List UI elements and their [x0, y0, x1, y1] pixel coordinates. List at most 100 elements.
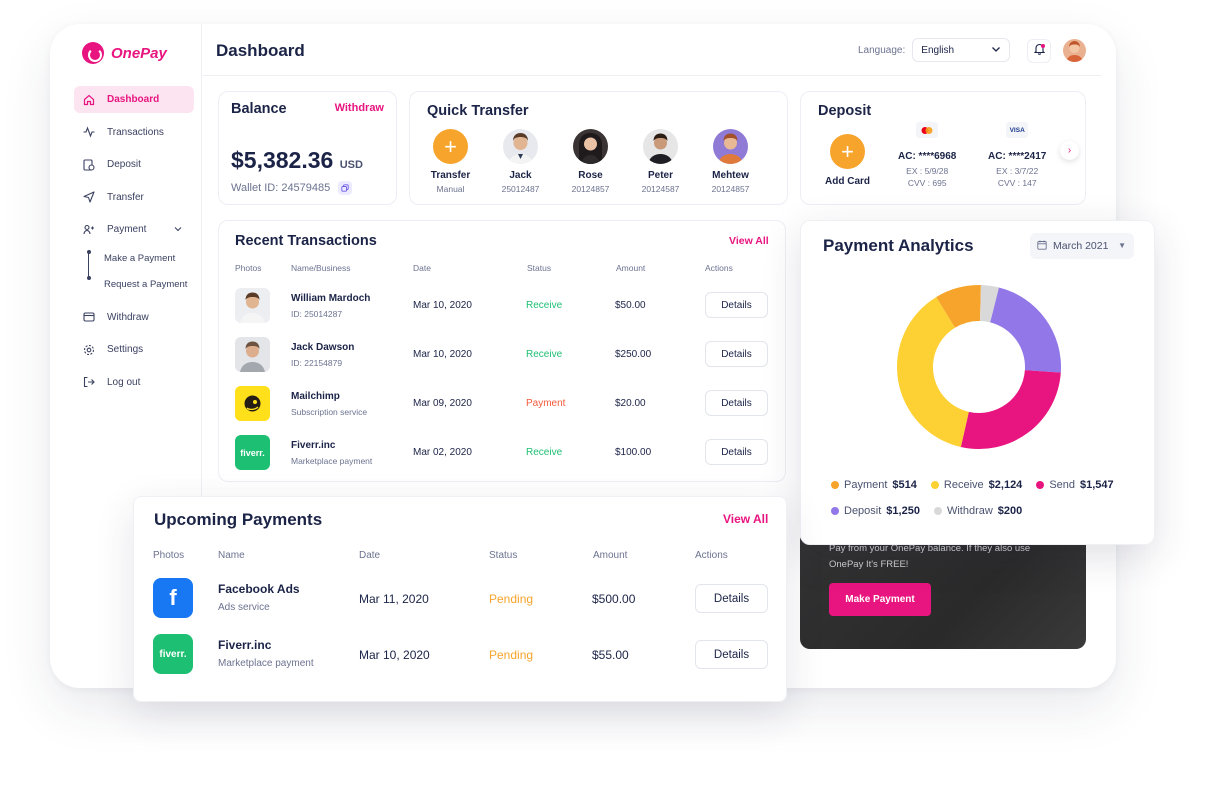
details-button[interactable]: Details [705, 390, 768, 416]
quick-transfer-contact[interactable]: Rose 20124857 [571, 129, 610, 194]
table-row: Jack Dawson ID: 22154879 Mar 10, 2020 Re… [219, 337, 785, 381]
view-all-link[interactable]: View All [729, 235, 769, 247]
column-header: Actions [705, 263, 733, 273]
status-text: Receive [526, 300, 563, 311]
quick-transfer-list: + Transfer Manual Jack 25012487 Rose 201… [430, 129, 749, 194]
contact-avatar [643, 129, 678, 164]
card-number: AC: ****6968 [898, 151, 957, 162]
chevron-right-icon[interactable]: › [1060, 141, 1079, 160]
view-all-link[interactable]: View All [723, 512, 768, 526]
column-header: Photos [235, 263, 262, 273]
fiverr-logo-icon: fiverr. [235, 435, 270, 470]
quick-transfer-contact[interactable]: Mehtew 20124857 [712, 129, 749, 194]
details-button[interactable]: Details [705, 341, 768, 367]
legend-item: Receive $2,124 [930, 479, 1023, 491]
quick-transfer-contact[interactable]: Jack 25012487 [502, 129, 539, 194]
language-select[interactable]: English [912, 38, 1011, 62]
logout-icon [82, 376, 95, 389]
table-row: f Facebook Ads Ads service Mar 11, 2020 … [134, 578, 786, 622]
row-sub: Marketplace payment [291, 456, 373, 466]
row-amount: $500.00 [592, 592, 636, 606]
period-select[interactable]: March 2021 ▼ [1030, 233, 1134, 259]
brand-name: OnePay [111, 44, 167, 62]
submenu-make-payment[interactable]: Make a Payment [104, 246, 194, 272]
row-date: Mar 10, 2020 [413, 300, 472, 311]
details-button[interactable]: Details [695, 640, 768, 669]
visa-icon: VISA [1006, 122, 1029, 138]
language-label: Language: [858, 44, 906, 56]
row-sub: ID: 25014287 [291, 309, 343, 319]
send-icon [82, 191, 95, 204]
row-date: Mar 11, 2020 [359, 592, 429, 606]
row-sub: ID: 22154879 [291, 358, 343, 368]
quick-transfer-manual[interactable]: + Transfer Manual [430, 129, 471, 194]
promo-card: Pay from your OnePay balance. If they al… [800, 530, 1086, 649]
contact-id: 20124857 [571, 184, 610, 194]
row-amount: $100.00 [615, 447, 652, 458]
quick-transfer-contact[interactable]: Peter 20124587 [642, 129, 679, 194]
promo-text: Pay from your OnePay balance. If they al… [829, 543, 1031, 570]
sidebar-item-logout[interactable]: Log out [74, 369, 194, 396]
brand-logo[interactable]: OnePay [82, 42, 167, 64]
withdraw-link[interactable]: Withdraw [335, 102, 384, 114]
sidebar-item-dashboard[interactable]: Dashboard [74, 86, 194, 113]
calendar-icon [1037, 240, 1047, 253]
saved-card[interactable]: AC: ****6968 EX : 5/9/28 CVV : 695 [898, 122, 956, 188]
sidebar-item-deposit[interactable]: Deposit [74, 151, 194, 178]
table-row: Mailchimp Subscription service Mar 09, 2… [219, 386, 785, 430]
submenu-dot [86, 249, 91, 254]
submenu-connector [88, 250, 89, 278]
column-header: Amount [593, 550, 628, 561]
column-header: Date [359, 550, 381, 561]
recent-transactions-title: Recent Transactions [235, 233, 377, 249]
sidebar-item-payment[interactable]: Payment [74, 216, 194, 243]
table-row: fiverr. Fiverr.inc Marketplace payment M… [219, 435, 785, 479]
donut-slice-deposit[interactable] [990, 287, 1061, 373]
legend-value: $1,250 [886, 505, 920, 517]
upcoming-payments-title: Upcoming Payments [154, 510, 323, 529]
user-avatar[interactable] [1063, 39, 1086, 62]
submenu-request-payment[interactable]: Request a Payment [104, 272, 194, 298]
chart-legend-row: Deposit $1,250 Withdraw $200 [831, 505, 1141, 517]
legend-dot [831, 507, 839, 515]
legend-label: Payment [844, 479, 888, 491]
row-date: Mar 10, 2020 [359, 648, 430, 662]
row-date: Mar 09, 2020 [413, 398, 472, 409]
chart-legend-row: Payment $514 Receive $2,124 Send $1,547 [831, 479, 1141, 491]
row-name: Fiverr.inc [291, 440, 336, 451]
copy-icon[interactable] [338, 181, 353, 195]
facebook-logo-icon: f [153, 578, 193, 618]
sidebar-item-withdraw[interactable]: Withdraw [74, 304, 194, 331]
quick-transfer-title: Quick Transfer [427, 103, 529, 119]
row-name: Jack Dawson [291, 342, 355, 353]
page-title: Dashboard [216, 41, 305, 60]
sidebar-item-label: Settings [107, 344, 144, 355]
caret-down-icon: ▼ [1118, 241, 1126, 250]
add-card-button[interactable]: + Add Card [825, 134, 870, 187]
details-button[interactable]: Details [695, 584, 768, 613]
deposit-icon [82, 158, 95, 171]
column-header: Status [489, 550, 518, 561]
sidebar-item-settings[interactable]: Settings [74, 336, 194, 363]
contact-name: Transfer [430, 170, 471, 181]
notification-button[interactable] [1027, 39, 1051, 63]
deposit-card: Deposit + Add Card AC: ****6968 EX : 5/9… [800, 91, 1086, 205]
mastercard-icon [916, 122, 939, 138]
legend-value: $200 [997, 505, 1023, 517]
sidebar-item-transfer[interactable]: Transfer [74, 184, 194, 211]
details-button[interactable]: Details [705, 292, 768, 318]
donut-slice-send[interactable] [960, 370, 1061, 449]
legend-value: $2,124 [988, 479, 1023, 491]
sidebar-item-transactions[interactable]: Transactions [74, 119, 194, 146]
row-date: Mar 10, 2020 [413, 349, 472, 360]
status-text: Pending [489, 648, 534, 662]
legend-dot [933, 507, 942, 515]
contact-avatar [503, 129, 538, 164]
row-sub: Subscription service [291, 407, 368, 417]
details-button[interactable]: Details [705, 439, 768, 465]
chevron-down-icon[interactable] [174, 224, 182, 235]
row-sub: Marketplace payment [218, 658, 314, 669]
column-header: Amount [616, 263, 646, 273]
saved-card[interactable]: VISA AC: ****2417 EX : 3/7/22 CVV : 147 [988, 122, 1046, 188]
make-payment-button[interactable]: Make Payment [829, 583, 931, 616]
